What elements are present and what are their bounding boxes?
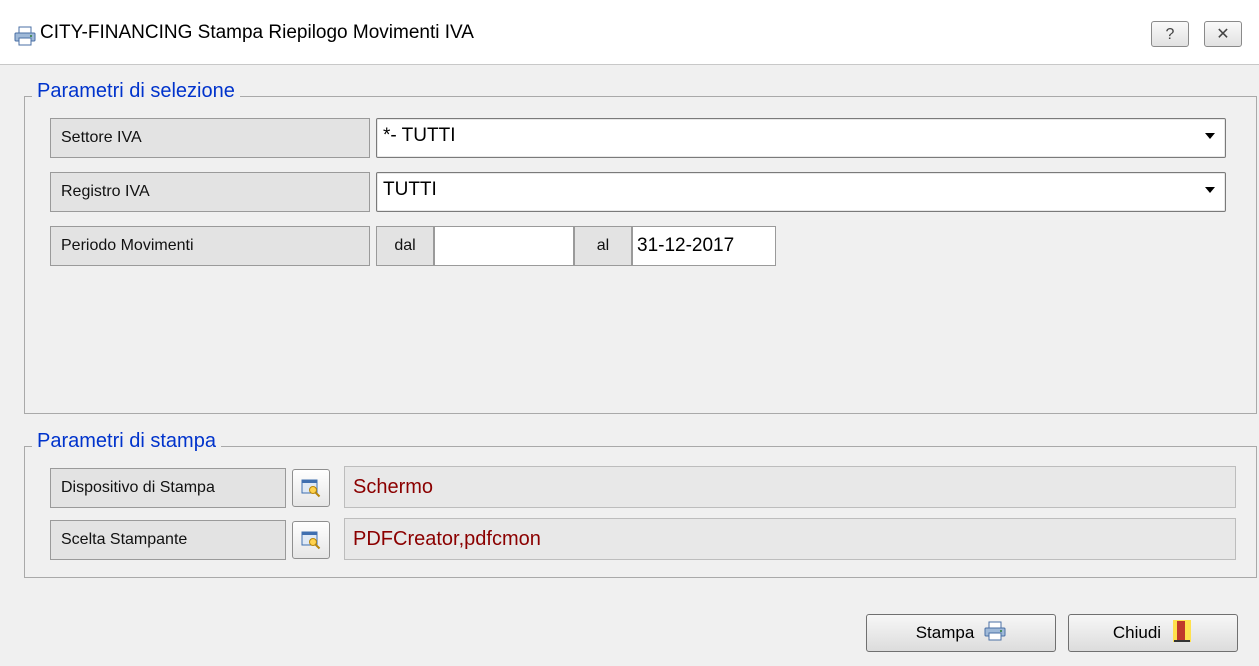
selection-group-title: Parametri di selezione: [32, 80, 240, 103]
chiudi-button-label: Chiudi: [1112, 623, 1162, 642]
periodo-dal-input[interactable]: [434, 226, 574, 266]
chevron-down-icon: [1205, 187, 1215, 193]
settore-iva-value: *- TUTTI: [383, 125, 456, 146]
browse-icon: [301, 531, 321, 550]
help-button[interactable]: ?: [1151, 21, 1189, 47]
periodo-al-label: al: [574, 226, 632, 266]
print-group-title: Parametri di stampa: [32, 430, 221, 453]
dispositivo-stampa-label: Dispositivo di Stampa: [50, 468, 286, 508]
periodo-movimenti-label: Periodo Movimenti: [50, 226, 370, 266]
settore-iva-label: Settore IVA: [50, 118, 370, 158]
dispositivo-stampa-value: Schermo: [344, 466, 1236, 508]
scelta-stampante-value: PDFCreator,pdfcmon: [344, 518, 1236, 560]
periodo-al-input[interactable]: 31-12-2017: [632, 226, 776, 266]
registro-iva-value: TUTTI: [383, 179, 437, 200]
close-icon: ✕: [1216, 26, 1230, 43]
title-bar[interactable]: CITY-FINANCING Stampa Riepilogo Moviment…: [0, 0, 1259, 65]
chevron-down-icon: [1205, 133, 1215, 139]
registro-iva-label: Registro IVA: [50, 172, 370, 212]
stampa-button[interactable]: Stampa: [866, 614, 1056, 652]
door-exit-icon: [1171, 619, 1193, 648]
chiudi-button[interactable]: Chiudi: [1068, 614, 1238, 652]
printer-icon: [14, 26, 36, 46]
stampa-button-label: Stampa: [915, 623, 975, 642]
registro-iva-select[interactable]: TUTTI: [376, 172, 1226, 212]
periodo-dal-label: dal: [376, 226, 434, 266]
settore-iva-select[interactable]: *- TUTTI: [376, 118, 1226, 158]
scelta-stampante-label: Scelta Stampante: [50, 520, 286, 560]
browse-icon: [301, 479, 321, 498]
help-icon: ?: [1165, 26, 1175, 43]
dispositivo-browse-button[interactable]: [292, 469, 330, 507]
window-title: CITY-FINANCING Stampa Riepilogo Moviment…: [40, 22, 474, 43]
close-window-button[interactable]: ✕: [1204, 21, 1242, 47]
stampante-browse-button[interactable]: [292, 521, 330, 559]
printer-icon: [984, 620, 1006, 647]
